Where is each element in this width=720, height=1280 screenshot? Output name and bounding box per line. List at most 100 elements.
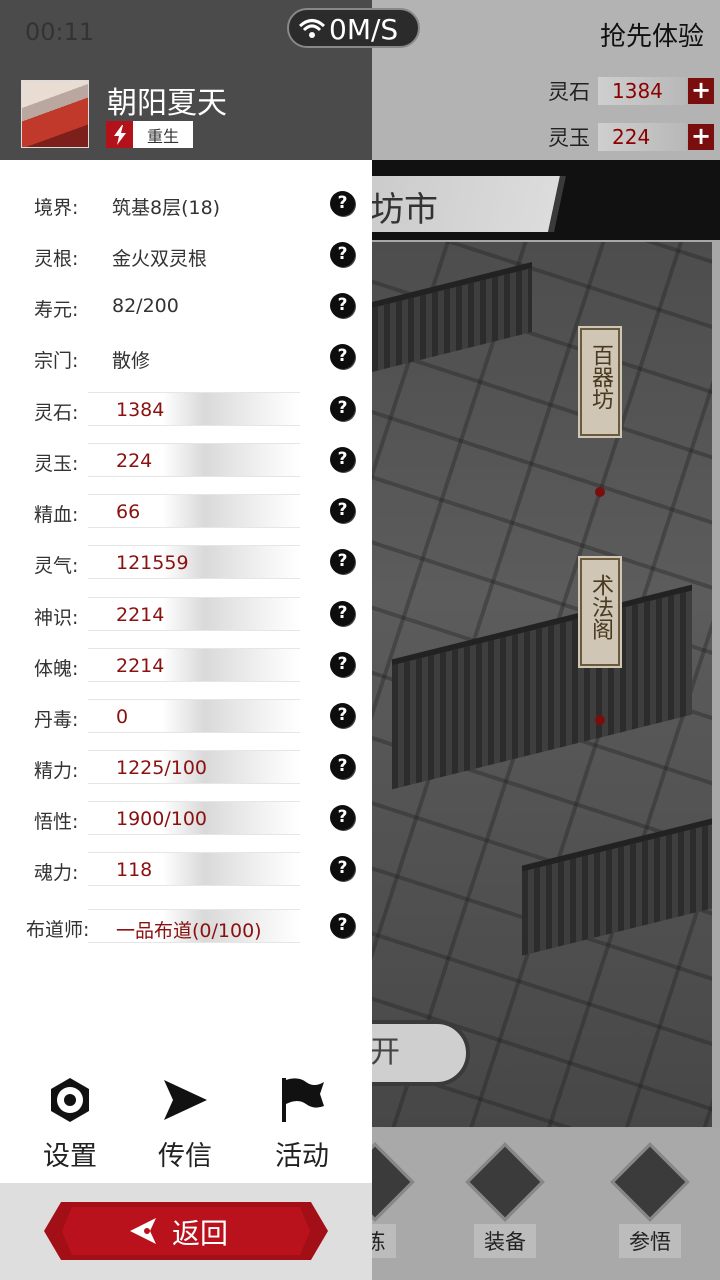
help-icon[interactable]: ? bbox=[330, 549, 355, 574]
help-icon[interactable]: ? bbox=[330, 293, 355, 318]
activity-button[interactable]: 活动 bbox=[257, 1076, 347, 1173]
stat-value: 121559 bbox=[116, 552, 189, 574]
activity-label: 活动 bbox=[275, 1141, 329, 1172]
help-icon[interactable]: ? bbox=[330, 601, 355, 626]
stat-label: 灵气: bbox=[34, 555, 79, 577]
resource-spirit-jade: 灵玉 224 + bbox=[548, 122, 714, 152]
stat-value: 224 bbox=[116, 450, 153, 472]
stat-row-energy: 精力: 1225/100 ? bbox=[0, 750, 372, 786]
help-icon[interactable]: ? bbox=[330, 856, 355, 881]
stat-value: 2214 bbox=[116, 604, 165, 626]
back-arrow-icon bbox=[130, 1218, 156, 1244]
help-icon[interactable]: ? bbox=[330, 396, 355, 421]
stat-bar: 2214 bbox=[88, 597, 300, 631]
stat-label: 神识: bbox=[34, 607, 79, 629]
resource-label: 灵玉 bbox=[548, 126, 590, 150]
help-icon[interactable]: ? bbox=[330, 703, 355, 728]
stat-value: 筑基8层(18) bbox=[112, 197, 221, 219]
stat-row-comprehension: 悟性: 1900/100 ? bbox=[0, 801, 372, 837]
market-scene bbox=[372, 242, 712, 1127]
rebirth-badge[interactable]: 重生 bbox=[106, 121, 193, 148]
stat-bar: 1225/100 bbox=[88, 750, 300, 784]
player-name: 朝阳夏天 bbox=[107, 86, 227, 121]
stat-row-divine-sense: 神识: 2214 ? bbox=[0, 597, 372, 633]
shop-tag-baiqifang[interactable]: 百器坊 bbox=[578, 326, 622, 438]
help-icon[interactable]: ? bbox=[330, 805, 355, 830]
stat-value: 1225/100 bbox=[116, 757, 208, 779]
stat-row-sect: 宗门: 散修 ? bbox=[0, 340, 372, 376]
settings-label: 设置 bbox=[43, 1141, 97, 1172]
back-label: 返回 bbox=[172, 1217, 229, 1250]
help-icon[interactable]: ? bbox=[330, 242, 355, 267]
stat-row-essence-blood: 精血: 66 ? bbox=[0, 494, 372, 530]
lightning-icon bbox=[106, 121, 133, 148]
network-speed-label: 0M/S bbox=[329, 13, 399, 46]
settings-button[interactable]: 设置 bbox=[25, 1076, 115, 1173]
stat-value: 2214 bbox=[116, 655, 165, 677]
settings-icon bbox=[51, 1078, 89, 1122]
shop-tag-label: 术法阁 bbox=[588, 574, 613, 640]
stat-label: 宗门: bbox=[34, 350, 79, 372]
send-icon bbox=[164, 1080, 207, 1120]
avatar[interactable] bbox=[21, 80, 89, 148]
wifi-icon bbox=[299, 19, 325, 38]
stat-value: 一品布道(0/100) bbox=[116, 920, 262, 942]
stat-bar: 118 bbox=[88, 852, 300, 886]
stat-label: 境界: bbox=[34, 197, 79, 219]
stat-label: 灵根: bbox=[34, 248, 79, 270]
network-speed: 0M/S bbox=[287, 8, 420, 48]
map-marker bbox=[595, 487, 605, 497]
resource-spirit-stone: 灵石 1384 + bbox=[548, 76, 714, 106]
back-button[interactable]: 返回 bbox=[44, 1202, 328, 1260]
stat-label: 体魄: bbox=[34, 658, 79, 680]
stat-bar: 一品布道(0/100) bbox=[88, 909, 300, 943]
building-roof bbox=[372, 262, 532, 372]
nav-label: 装备 bbox=[474, 1224, 536, 1258]
stat-value: 82/200 bbox=[112, 295, 179, 317]
stat-bar: 1900/100 bbox=[88, 801, 300, 835]
resource-value: 1384 bbox=[598, 77, 686, 105]
nav-equipment[interactable]: 装备 bbox=[460, 1142, 550, 1258]
resource-value: 224 bbox=[598, 123, 686, 151]
stat-label: 魂力: bbox=[34, 862, 79, 884]
stat-row-physique: 体魄: 2214 ? bbox=[0, 648, 372, 684]
stat-label: 寿元: bbox=[34, 299, 79, 321]
sword-icon bbox=[465, 1142, 545, 1222]
map-marker bbox=[595, 715, 605, 725]
stat-label: 精血: bbox=[34, 504, 79, 526]
early-access-label[interactable]: 抢先体验 bbox=[600, 16, 704, 53]
help-icon[interactable]: ? bbox=[330, 913, 355, 938]
stat-row-lifespan: 寿元: 82/200 ? bbox=[0, 289, 372, 325]
add-spirit-jade-button[interactable]: + bbox=[688, 124, 714, 150]
message-label: 传信 bbox=[158, 1141, 212, 1172]
stat-row-spirit-stone: 灵石: 1384 ? bbox=[0, 392, 372, 428]
help-icon[interactable]: ? bbox=[330, 498, 355, 523]
stat-label: 灵玉: bbox=[34, 453, 79, 475]
nav-comprehend[interactable]: 参悟 bbox=[605, 1142, 695, 1258]
help-icon[interactable]: ? bbox=[330, 754, 355, 779]
nav-label: 参悟 bbox=[619, 1224, 681, 1258]
help-icon[interactable]: ? bbox=[330, 447, 355, 472]
stat-label: 精力: bbox=[34, 760, 79, 782]
character-drawer: 朝阳夏天 重生 境界: 筑基8层(18) ? 灵根: 金火双灵根 ? 寿元: 8… bbox=[0, 0, 372, 1280]
help-icon[interactable]: ? bbox=[330, 191, 355, 216]
stat-label: 布道师: bbox=[26, 919, 90, 941]
stat-row-spirit-qi: 灵气: 121559 ? bbox=[0, 545, 372, 581]
add-spirit-stone-button[interactable]: + bbox=[688, 78, 714, 104]
stat-label: 丹毒: bbox=[34, 709, 79, 731]
help-icon[interactable]: ? bbox=[330, 344, 355, 369]
stat-label: 悟性: bbox=[34, 811, 79, 833]
rebirth-label: 重生 bbox=[147, 126, 180, 146]
stat-row-spirit-jade: 灵玉: 224 ? bbox=[0, 443, 372, 479]
stat-bar: 66 bbox=[88, 494, 300, 528]
stat-value: 散修 bbox=[112, 350, 151, 372]
building-roof bbox=[522, 818, 712, 956]
shop-tag-shufage[interactable]: 术法阁 bbox=[578, 556, 622, 668]
stat-row-preacher: 布道师: 一品布道(0/100) ? bbox=[0, 909, 372, 945]
message-button[interactable]: 传信 bbox=[140, 1076, 230, 1173]
stat-value: 1900/100 bbox=[116, 808, 208, 830]
stat-bar: 121559 bbox=[88, 545, 300, 579]
help-icon[interactable]: ? bbox=[330, 652, 355, 677]
stat-value: 0 bbox=[116, 706, 129, 728]
stat-bar: 2214 bbox=[88, 648, 300, 682]
